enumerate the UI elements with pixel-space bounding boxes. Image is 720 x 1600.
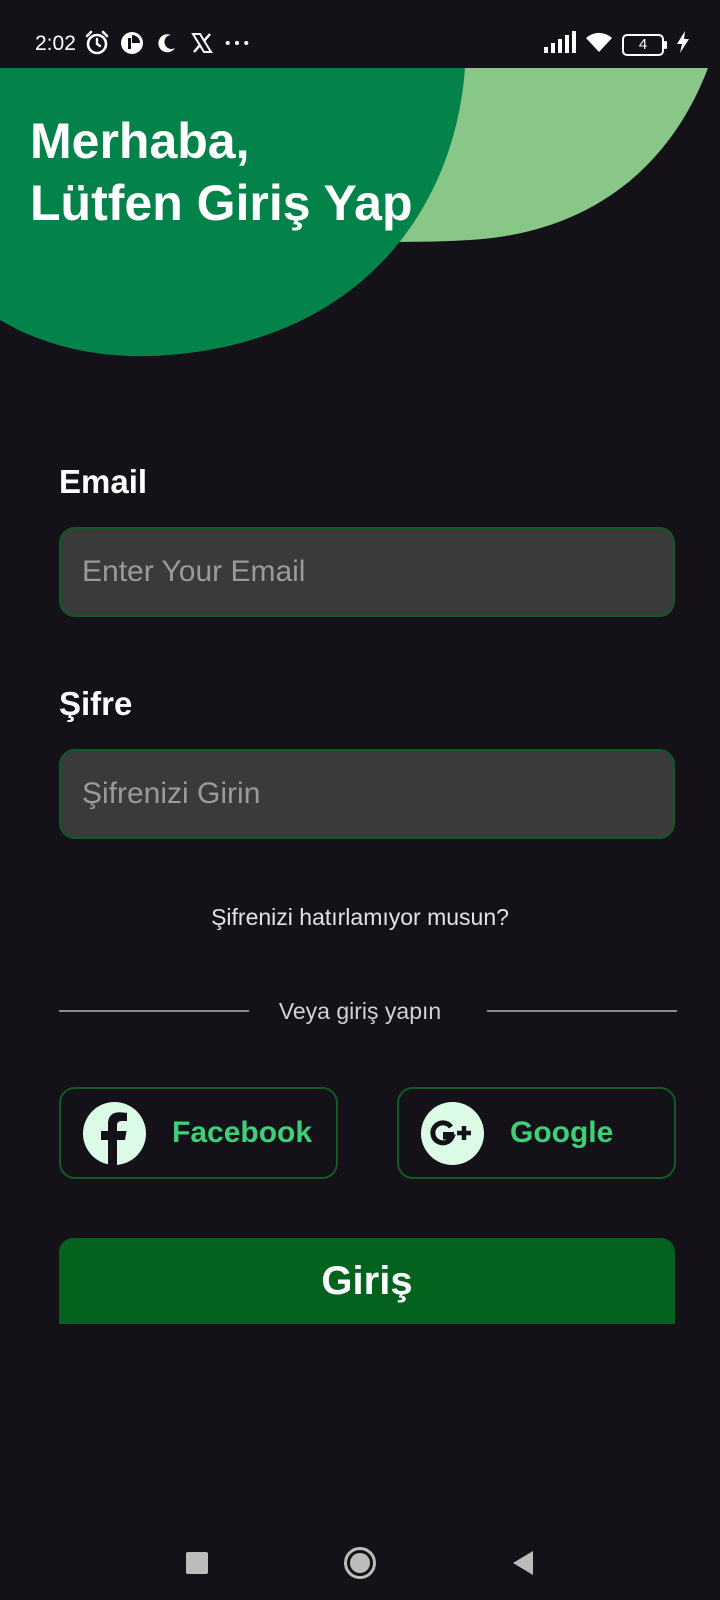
greeting-line-1: Merhaba, xyxy=(30,113,250,169)
alarm-icon xyxy=(84,29,110,57)
battery-level: 4 xyxy=(638,35,648,53)
battery-icon: 4 xyxy=(622,33,668,56)
divider-right xyxy=(487,1010,677,1012)
password-label: Şifre xyxy=(59,685,133,722)
google-label: Google xyxy=(510,1116,614,1149)
more-dots-icon xyxy=(224,29,250,57)
back-triangle-icon xyxy=(511,1550,535,1581)
forgot-password-link[interactable]: Şifrenizi hatırlamıyor musun? xyxy=(0,902,720,932)
login-button-label: Giriş xyxy=(321,1258,413,1303)
greeting-line-2: Lütfen Giriş Yap xyxy=(30,175,413,231)
charging-icon xyxy=(676,31,690,58)
home-circle-icon xyxy=(343,1546,377,1585)
status-icons-right: 4 xyxy=(544,30,690,59)
wifi-icon xyxy=(584,30,614,59)
email-field[interactable] xyxy=(59,527,675,617)
x-logo-icon xyxy=(189,29,215,57)
back-button[interactable] xyxy=(498,1540,548,1590)
recents-square-icon xyxy=(186,1551,208,1579)
pie-app-icon xyxy=(119,29,145,57)
home-button[interactable] xyxy=(335,1540,385,1590)
google-plus-icon xyxy=(421,1101,484,1165)
page-title: Merhaba, Lütfen Giriş Yap xyxy=(30,110,413,234)
email-label: Email xyxy=(59,463,148,500)
status-bar: 2:02 4 xyxy=(0,0,720,68)
facebook-icon xyxy=(83,1101,146,1165)
facebook-login-button[interactable]: Facebook xyxy=(59,1087,338,1179)
login-button[interactable]: Giriş xyxy=(59,1238,675,1324)
status-icons-left xyxy=(84,29,250,57)
google-login-button[interactable]: Google xyxy=(397,1087,676,1179)
password-field[interactable] xyxy=(59,749,675,839)
moon-icon xyxy=(154,29,180,57)
signal-icon xyxy=(544,31,576,58)
facebook-label: Facebook xyxy=(172,1116,313,1149)
recents-button[interactable] xyxy=(172,1540,222,1590)
status-time: 2:02 xyxy=(35,32,76,55)
